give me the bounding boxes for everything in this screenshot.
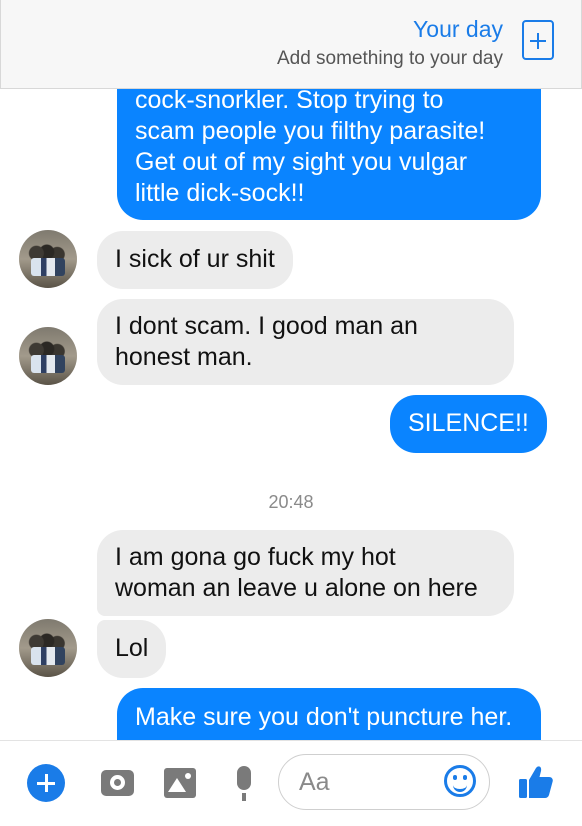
plus-square-icon[interactable] — [522, 20, 554, 60]
message-line: SILENCE!! — [408, 409, 529, 437]
message-line: scam people you filthy parasite! — [135, 117, 486, 145]
message-line: cock-snorkler. Stop trying to — [135, 86, 444, 114]
message-line: I dont scam. I good man an — [115, 312, 418, 340]
message-line: honest man. — [115, 343, 253, 371]
contact-avatar[interactable] — [19, 619, 77, 677]
your-day-subtitle: Add something to your day — [276, 48, 503, 69]
thumbs-up-icon[interactable] — [518, 764, 554, 800]
emoji-icon[interactable] — [444, 765, 476, 797]
message-incoming[interactable]: I dont scam. I good man an honest man. — [97, 299, 514, 385]
message-outgoing[interactable]: SILENCE!! — [390, 395, 547, 453]
contact-avatar[interactable] — [19, 230, 77, 288]
conversation-thread: cock-snorkler. Stop trying to scam peopl… — [0, 0, 582, 740]
message-incoming[interactable]: I am gona go fuck my hot woman an leave … — [97, 530, 514, 616]
message-line: I sick of ur shit — [115, 245, 275, 273]
your-day-title[interactable]: Your day — [413, 16, 503, 43]
message-line: Make sure you don't puncture her. — [135, 703, 513, 731]
message-timestamp: 20:48 — [268, 492, 314, 512]
message-outgoing[interactable]: Make sure you don't puncture her. — [117, 688, 541, 740]
image-icon[interactable] — [164, 768, 196, 798]
camera-icon[interactable] — [101, 770, 134, 796]
plus-icon[interactable] — [27, 764, 65, 802]
message-incoming[interactable]: I sick of ur shit — [97, 231, 293, 289]
message-incoming[interactable]: Lol — [97, 620, 167, 678]
microphone-icon[interactable] — [237, 766, 251, 801]
message-line: little dick-sock!! — [135, 179, 305, 207]
message-line: woman an leave u alone on here — [115, 574, 478, 602]
message-line: I am gona go fuck my hot — [115, 543, 396, 571]
message-line: Lol — [115, 634, 149, 662]
contact-avatar[interactable] — [19, 327, 77, 385]
input-placeholder: Aa — [299, 768, 330, 796]
your-day-banner[interactable]: Your day Add something to your day — [0, 0, 582, 89]
message-line: Get out of my sight you vulgar — [135, 148, 468, 176]
